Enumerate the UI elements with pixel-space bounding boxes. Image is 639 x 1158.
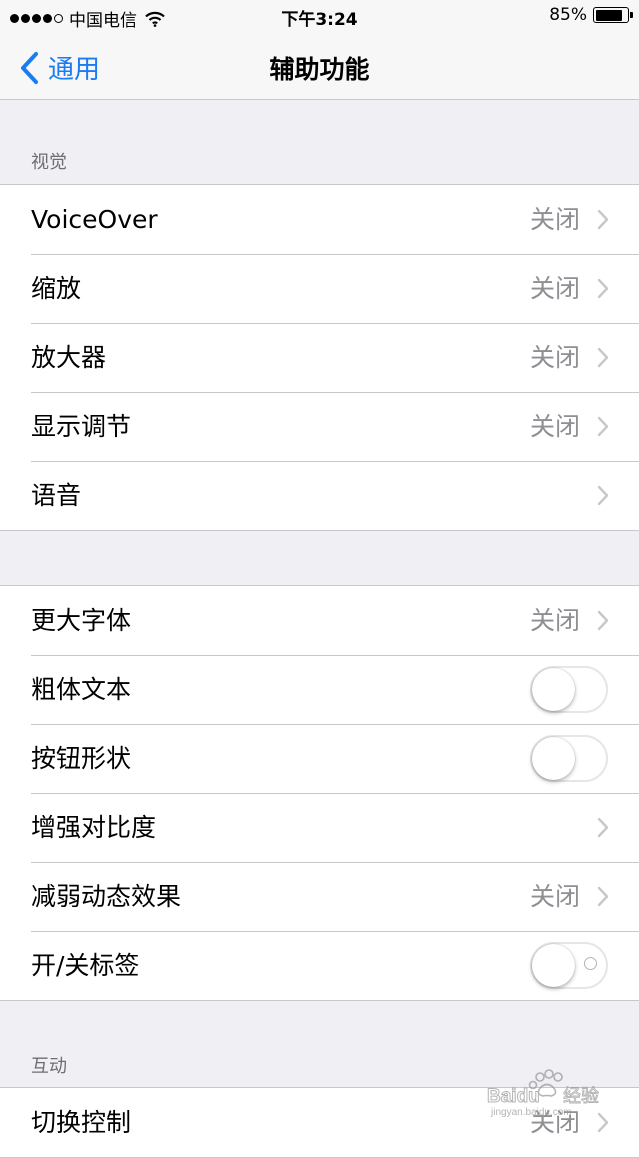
list-row-larger-text[interactable]: 更大字体 关闭 [0, 586, 639, 655]
row-value: 关闭 [529, 412, 580, 441]
chevron-right-icon [597, 1112, 609, 1133]
section-header-interaction: 互动 [31, 1056, 67, 1077]
row-label: 放大器 [31, 343, 107, 372]
list-row-zoom[interactable]: 缩放 关闭 [0, 254, 639, 323]
list-row-button-shapes: 按钮形状 [0, 724, 639, 793]
chevron-right-icon [597, 817, 609, 838]
status-bar: 中国电信 下午3:24 85% [0, 0, 639, 32]
page-title: 辅助功能 [269, 55, 370, 84]
list-row-bold-text: 粗体文本 [0, 655, 639, 724]
row-label: VoiceOver [31, 205, 158, 234]
chevron-right-icon [597, 886, 609, 907]
row-label: 缩放 [31, 274, 82, 303]
switch-knob [532, 737, 575, 780]
section-header-vision: 视觉 [31, 152, 67, 173]
row-value: 关闭 [529, 274, 580, 303]
vision-group: VoiceOver 关闭 缩放 关闭 放大器 关闭 显示调节 关闭 语音 [0, 184, 639, 531]
off-label-circle-icon [584, 957, 597, 970]
chevron-right-icon [597, 209, 609, 230]
switch-knob [532, 944, 575, 987]
row-label: 显示调节 [31, 412, 132, 441]
status-right: 85% [549, 5, 633, 25]
list-row-increase-contrast[interactable]: 增强对比度 [0, 793, 639, 862]
list-row-magnifier[interactable]: 放大器 关闭 [0, 323, 639, 392]
row-value: 关闭 [529, 882, 580, 911]
bold-text-switch[interactable] [530, 666, 608, 713]
battery-percentage: 85% [549, 5, 587, 25]
on-off-labels-switch[interactable] [530, 942, 608, 989]
row-label: 减弱动态效果 [31, 882, 182, 911]
list-row-reduce-motion[interactable]: 减弱动态效果 关闭 [0, 862, 639, 931]
list-row-display-accommodations[interactable]: 显示调节 关闭 [0, 392, 639, 461]
chevron-right-icon [597, 610, 609, 631]
text-group: 更大字体 关闭 粗体文本 按钮形状 增强对比度 减弱动态效果 关闭 开/关标签 [0, 585, 639, 1001]
row-label: 增强对比度 [31, 813, 157, 842]
list-row-voiceover[interactable]: VoiceOver 关闭 [0, 185, 639, 254]
status-time: 下午3:24 [281, 10, 358, 30]
chevron-right-icon [597, 347, 609, 368]
navigation-bar: 通用 辅助功能 [0, 32, 639, 100]
switch-knob [532, 668, 575, 711]
row-label: 切换控制 [31, 1108, 132, 1137]
battery-icon [593, 7, 633, 23]
row-label: 更大字体 [31, 606, 132, 635]
row-value: 关闭 [529, 205, 580, 234]
chevron-right-icon [597, 278, 609, 299]
row-label: 语音 [31, 481, 82, 510]
battery-fill [595, 9, 622, 21]
row-label: 按钮形状 [31, 744, 132, 773]
list-row-switch-control[interactable]: 切换控制 关闭 [0, 1088, 639, 1157]
list-row-on-off-labels: 开/关标签 [0, 931, 639, 1000]
button-shapes-switch[interactable] [530, 735, 608, 782]
row-label: 粗体文本 [31, 675, 132, 704]
row-value: 关闭 [529, 1108, 580, 1137]
row-value: 关闭 [529, 343, 580, 372]
interaction-group: 切换控制 关闭 [0, 1087, 639, 1158]
list-row-speech[interactable]: 语音 [0, 461, 639, 530]
chevron-right-icon [597, 416, 609, 437]
chevron-right-icon [597, 485, 609, 506]
row-label: 开/关标签 [31, 951, 140, 980]
row-value: 关闭 [529, 606, 580, 635]
